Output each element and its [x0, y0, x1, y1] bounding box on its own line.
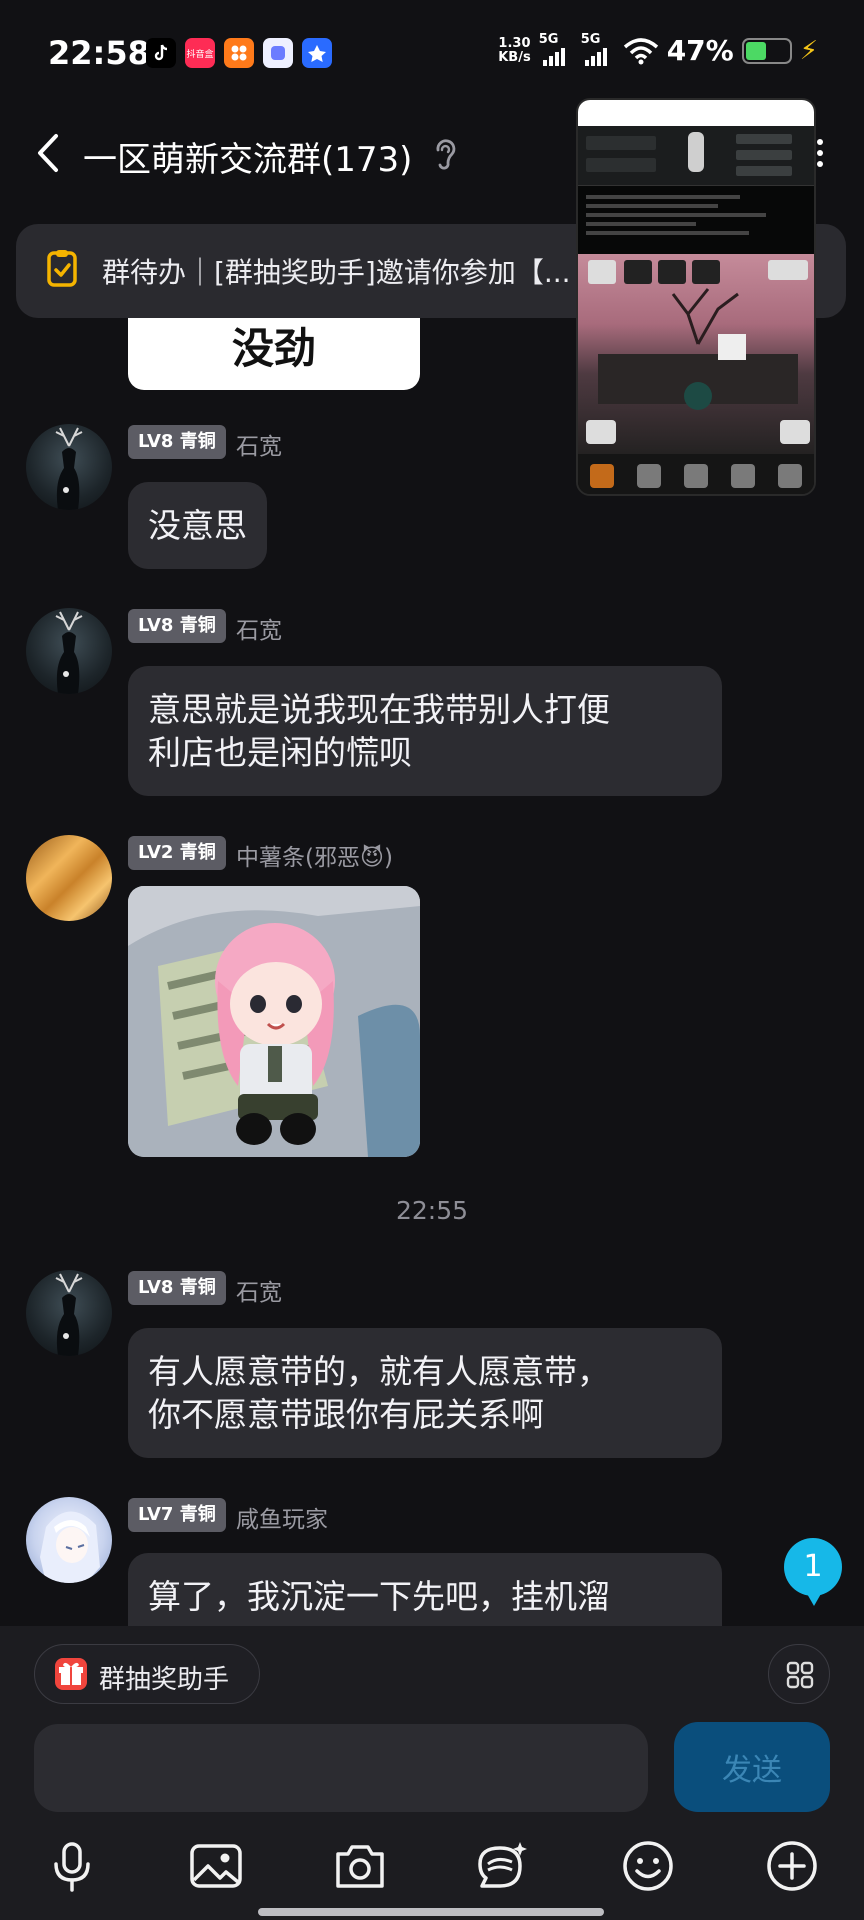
charging-icon: ⚡: [799, 35, 818, 66]
battery-percent: 47%: [666, 34, 734, 67]
sender-name[interactable]: 咸鱼玩家: [236, 1500, 328, 1534]
camera-icon[interactable]: [332, 1838, 388, 1894]
avatar[interactable]: [26, 424, 112, 510]
avatar[interactable]: [26, 1270, 112, 1356]
level-badge: LV7 青铜: [128, 1498, 226, 1532]
clipboard-check-icon: [47, 250, 77, 287]
sender-name[interactable]: 石宽: [236, 1273, 282, 1307]
game-nav-item[interactable]: [683, 464, 708, 488]
lottery-assistant-label: 群抽奖助手: [99, 1665, 230, 1695]
earpiece-mode-icon[interactable]: [430, 136, 460, 172]
game-nav-item[interactable]: [731, 464, 756, 488]
message-bubble[interactable]: 算了，我沉淀一下先吧，挂机溜: [128, 1553, 722, 1626]
status-time: 22:58: [48, 34, 150, 72]
game-log: [578, 186, 814, 254]
unread-count-badge[interactable]: 1: [784, 1538, 842, 1606]
signal-icon: 5G: [539, 32, 573, 66]
todo-banner-text: 群待办｜[群抽奖助手]邀请你参加【...: [102, 256, 571, 289]
back-arrow-icon[interactable]: [30, 128, 70, 178]
wifi-icon: [623, 37, 658, 64]
status-app-icons: 抖音盒: [146, 38, 332, 68]
chat-title[interactable]: 一区萌新交流群(173): [83, 132, 412, 181]
ai-assistant-icon[interactable]: [474, 1838, 530, 1894]
shopping-app-icon: 抖音盒: [185, 38, 215, 68]
game-stats-panel: [578, 126, 814, 186]
floating-window-handle[interactable]: [578, 100, 814, 126]
level-badge: LV8 青铜: [128, 1271, 226, 1305]
status-indicators: 1.30 KB/s 5G 5G 47% ⚡: [498, 32, 818, 68]
photo-message[interactable]: [128, 886, 420, 1157]
level-badge: LV2 青铜: [128, 836, 226, 870]
avatar[interactable]: [26, 608, 112, 694]
avatar[interactable]: [26, 835, 112, 921]
purple-app-icon: [263, 38, 293, 68]
message-bubble[interactable]: 有人愿意带的，就有人愿意带， 你不愿意带跟你有屁关系啊: [128, 1328, 722, 1458]
home-indicator[interactable]: [258, 1908, 604, 1916]
sender-name[interactable]: 石宽: [236, 427, 282, 461]
game-nav-item[interactable]: [778, 464, 803, 488]
gift-icon: [55, 1658, 87, 1690]
image-icon[interactable]: [188, 1838, 244, 1894]
app-grid-button[interactable]: [768, 1644, 830, 1704]
message-timestamp: 22:55: [395, 1196, 469, 1225]
game-nav-item[interactable]: [636, 464, 661, 488]
send-button[interactable]: 发送: [674, 1722, 830, 1812]
game-world-tab[interactable]: [589, 464, 614, 488]
orange-app-icon: [224, 38, 254, 68]
sender-name[interactable]: 石宽: [236, 611, 282, 645]
microphone-icon[interactable]: [44, 1838, 100, 1894]
blue-app-icon: [302, 38, 332, 68]
network-speed: 1.30 KB/s: [498, 35, 531, 65]
message-bubble[interactable]: 没意思: [128, 482, 267, 569]
sender-name[interactable]: 中薯条(邪恶😈): [236, 838, 393, 872]
level-badge: LV8 青铜: [128, 425, 226, 459]
status-bar: 22:58 抖音盒 1.30 KB/s 5G 5G 47% ⚡: [0, 0, 864, 100]
battery-icon: [741, 37, 792, 64]
more-options-icon[interactable]: [814, 138, 826, 168]
message-bubble[interactable]: 意思就是说我现在我带别人打便 利店也是闲的慌呗: [128, 666, 722, 796]
floating-game-window[interactable]: [576, 98, 816, 496]
lottery-assistant-button[interactable]: 群抽奖助手: [34, 1644, 260, 1704]
game-nav-bar: [578, 454, 814, 494]
emoji-icon[interactable]: [620, 1838, 676, 1894]
plus-icon[interactable]: [764, 1838, 820, 1894]
grid-icon: [786, 1661, 814, 1689]
message-input[interactable]: [34, 1724, 648, 1812]
avatar[interactable]: [26, 1497, 112, 1583]
game-scene[interactable]: [578, 254, 814, 454]
level-badge: LV8 青铜: [128, 609, 226, 643]
tiktok-icon: [146, 38, 176, 68]
signal-icon: 5G: [581, 32, 615, 66]
